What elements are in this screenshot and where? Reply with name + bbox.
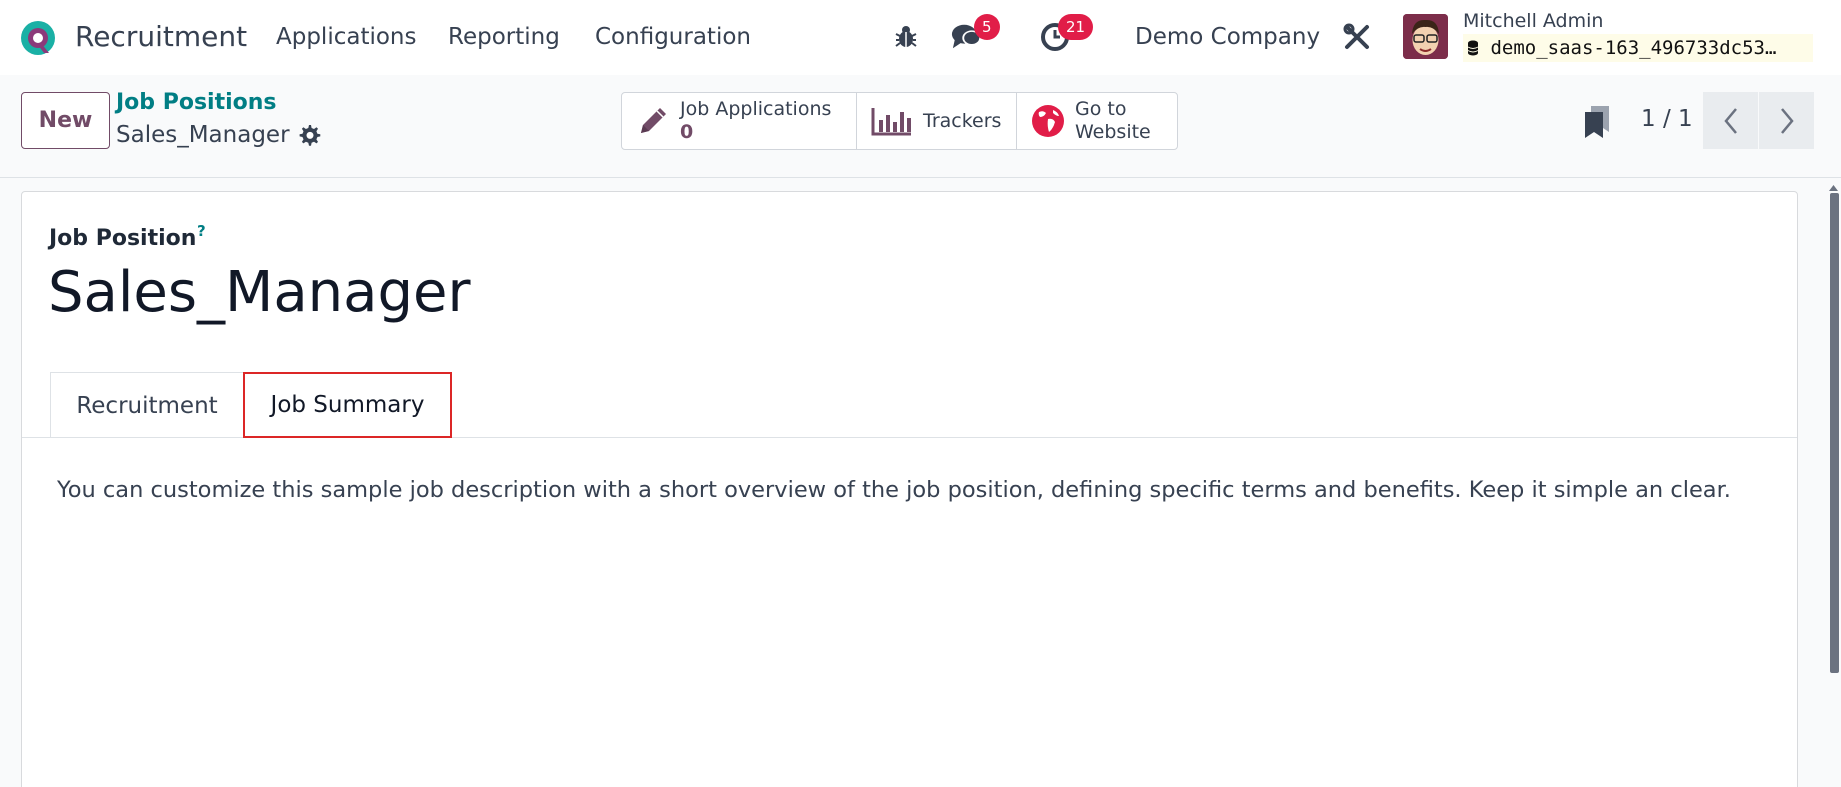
debug-bug-icon[interactable] <box>890 21 922 53</box>
database-name: demo_saas-163_496733dc53… <box>1463 34 1813 62</box>
gear-icon[interactable] <box>297 123 321 147</box>
breadcrumb-job-positions[interactable]: Job Positions <box>116 90 277 115</box>
messages-badge: 5 <box>974 14 1000 40</box>
help-tooltip-icon[interactable]: ? <box>197 222 206 240</box>
job-position-label: Job Position <box>49 226 197 251</box>
job-applications-button[interactable]: Job Applications 0 <box>622 93 857 149</box>
top-navbar: Recruitment Applications Reporting Confi… <box>0 0 1841 75</box>
go-to-label: Go to <box>1075 98 1127 120</box>
database-label: demo_saas-163_496733dc53… <box>1490 37 1777 59</box>
menu-applications[interactable]: Applications <box>276 24 417 50</box>
job-summary-description[interactable]: You can customize this sample job descri… <box>57 477 1731 503</box>
new-button[interactable]: New <box>21 92 110 149</box>
scrollbar-thumb[interactable] <box>1830 193 1839 673</box>
company-switcher[interactable]: Demo Company <box>1135 24 1320 50</box>
tools-wrench-icon[interactable] <box>1341 21 1373 53</box>
pager-previous-button[interactable] <box>1703 92 1758 149</box>
pencil-icon <box>641 108 666 133</box>
menu-configuration[interactable]: Configuration <box>595 24 751 50</box>
globe-icon <box>1032 105 1064 137</box>
breadcrumb-current: Sales_Manager <box>116 122 290 148</box>
chevron-left-icon <box>1723 107 1737 134</box>
job-applications-label: Job Applications <box>680 98 832 120</box>
tab-recruitment[interactable]: Recruitment <box>50 372 244 438</box>
pager-value: 1 / 1 <box>1641 106 1693 132</box>
user-avatar[interactable] <box>1403 14 1448 59</box>
database-icon <box>1467 40 1479 56</box>
website-label: Website <box>1075 121 1151 143</box>
user-name[interactable]: Mitchell Admin <box>1463 10 1603 32</box>
menu-reporting[interactable]: Reporting <box>448 24 560 50</box>
control-panel-divider <box>0 177 1841 178</box>
trackers-label: Trackers <box>923 109 1002 132</box>
tab-job-summary[interactable]: Job Summary <box>243 372 452 438</box>
trackers-button[interactable]: Trackers <box>857 93 1017 149</box>
pager-next-button[interactable] <box>1759 92 1814 149</box>
smart-buttons: Job Applications 0 Trackers Go to Websit… <box>621 92 1178 150</box>
job-applications-count: 0 <box>680 121 694 143</box>
job-position-name-field[interactable]: Sales_Manager <box>48 260 471 325</box>
app-name[interactable]: Recruitment <box>75 20 247 53</box>
activities-badge: 21 <box>1058 14 1094 40</box>
bookmark-stack-icon[interactable] <box>1583 104 1611 138</box>
bar-chart-icon <box>871 108 911 136</box>
chevron-right-icon <box>1780 107 1794 134</box>
odoo-recruitment-logo-icon[interactable] <box>19 19 57 57</box>
go-to-website-button[interactable]: Go to Website <box>1017 93 1177 149</box>
